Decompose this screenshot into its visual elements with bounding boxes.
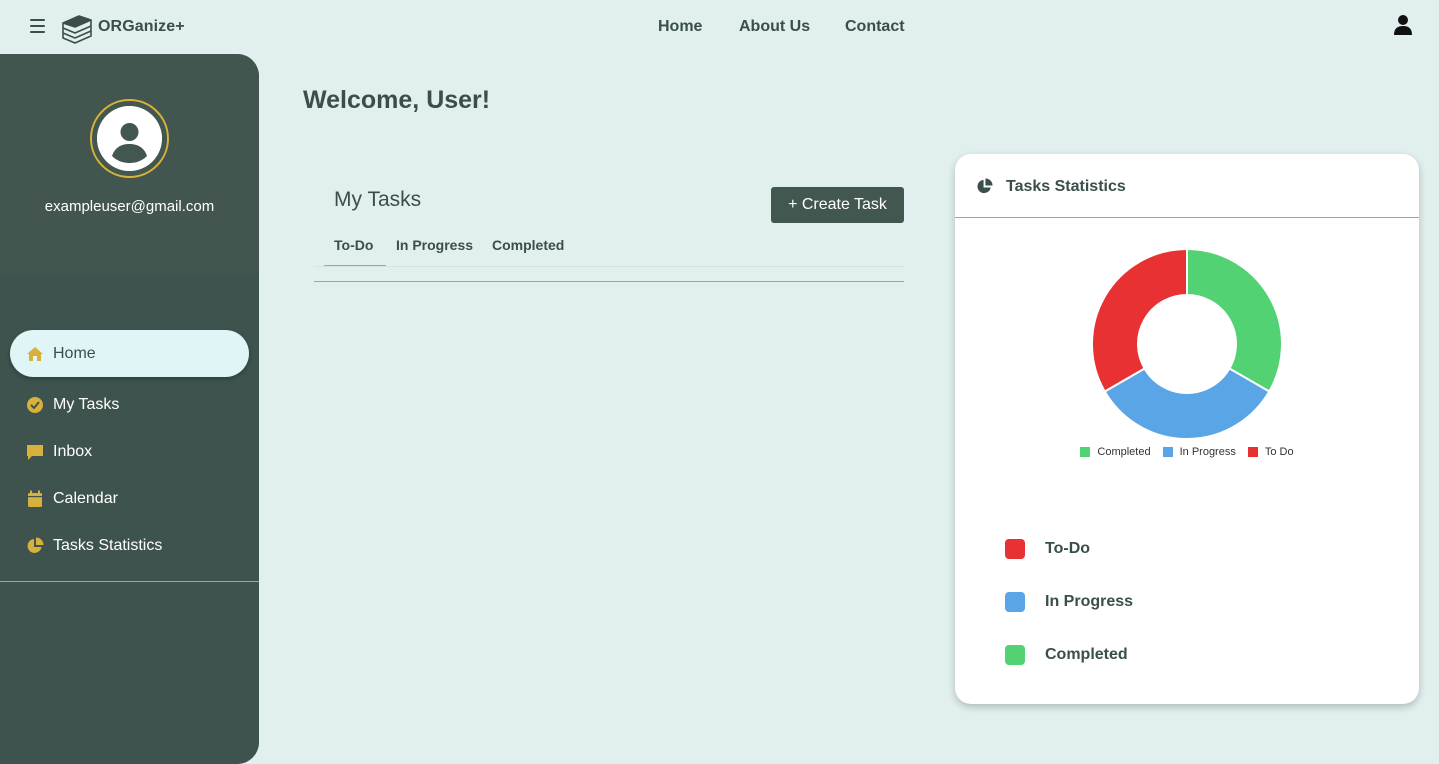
donut-slice-to-do[interactable] <box>1091 248 1188 393</box>
nav-contact-link[interactable]: Contact <box>845 18 905 36</box>
status-label: Completed <box>1045 646 1128 663</box>
calendar-icon <box>28 490 42 507</box>
tab-completed[interactable]: Completed <box>492 237 564 253</box>
sidebar-item-my-tasks[interactable]: My Tasks <box>10 381 249 428</box>
legend-swatch <box>1080 447 1091 457</box>
sidebar-item-tasks-statistics[interactable]: Tasks Statistics <box>10 522 249 569</box>
avatar[interactable] <box>90 99 169 178</box>
create-task-button[interactable]: + Create Task <box>771 187 904 223</box>
status-label: To-Do <box>1045 540 1091 557</box>
card-header: Tasks Statistics <box>955 154 1419 218</box>
legend-item-completed[interactable]: Completed <box>1080 446 1151 458</box>
completed-color-square <box>1005 645 1025 665</box>
sidebar-item-inbox[interactable]: Inbox <box>10 428 249 475</box>
home-icon <box>27 346 43 361</box>
stacked-books-logo-icon <box>62 15 92 44</box>
in-progress-color-square <box>1005 592 1025 612</box>
donut-slice-in-progress[interactable] <box>1103 367 1271 440</box>
legend-item-todo[interactable]: To Do <box>1247 446 1294 458</box>
pie-chart-icon <box>27 537 44 553</box>
check-circle-icon <box>27 396 43 413</box>
donut-slice-completed[interactable] <box>1186 248 1283 393</box>
profile-section: exampleuser@gmail.com <box>0 54 259 273</box>
nav-home-link[interactable]: Home <box>658 18 702 36</box>
tab-todo[interactable]: To-Do <box>334 237 373 253</box>
page-title: Welcome, User! <box>303 86 491 114</box>
tab-in-progress[interactable]: In Progress <box>396 237 473 253</box>
hamburger-menu-icon[interactable] <box>30 19 45 33</box>
sidebar-item-label: Tasks Statistics <box>53 536 163 554</box>
top-bar: ORGanize+ Home About Us Contact <box>0 0 1439 54</box>
chart-legend: Completed In Progress To Do <box>955 446 1419 458</box>
active-tab-indicator <box>324 265 386 266</box>
nav-about-link[interactable]: About Us <box>739 18 810 36</box>
tabs-divider <box>314 266 904 267</box>
user-account-icon[interactable] <box>1393 14 1413 36</box>
legend-swatch <box>1247 447 1258 457</box>
sidebar-item-label: Inbox <box>53 442 93 460</box>
card-title: Tasks Statistics <box>1006 178 1126 195</box>
status-legend-todo: To-Do <box>1005 538 1305 560</box>
sidebar-item-label: My Tasks <box>53 395 120 413</box>
legend-swatch <box>1162 447 1173 457</box>
tasks-divider <box>314 281 904 282</box>
donut-chart[interactable] <box>1091 248 1283 440</box>
sidebar-divider <box>0 581 259 582</box>
tasks-statistics-card: Tasks Statistics Completed In Progress T… <box>955 154 1419 704</box>
legend-label: In Progress <box>1179 446 1236 458</box>
message-icon <box>27 444 43 460</box>
sidebar-item-label: Home <box>53 344 96 362</box>
sidebar-item-calendar[interactable]: Calendar <box>10 475 249 522</box>
sidebar-item-label: Calendar <box>53 489 118 507</box>
status-legend-completed: Completed <box>1005 644 1305 666</box>
legend-label: To Do <box>1264 446 1294 458</box>
todo-color-square <box>1005 539 1025 559</box>
user-email: exampleuser@gmail.com <box>44 198 215 215</box>
legend-item-in-progress[interactable]: In Progress <box>1162 446 1236 458</box>
my-tasks-heading: My Tasks <box>334 188 422 211</box>
status-legend-in-progress: In Progress <box>1005 591 1305 613</box>
sidebar-item-home[interactable]: Home <box>10 330 249 377</box>
pie-chart-icon <box>977 178 993 194</box>
user-avatar-icon <box>97 106 162 171</box>
brand-name[interactable]: ORGanize+ <box>98 18 185 36</box>
sidebar: exampleuser@gmail.com Home My Tasks Inbo… <box>0 54 259 764</box>
status-label: In Progress <box>1045 593 1134 610</box>
legend-label: Completed <box>1097 446 1151 458</box>
